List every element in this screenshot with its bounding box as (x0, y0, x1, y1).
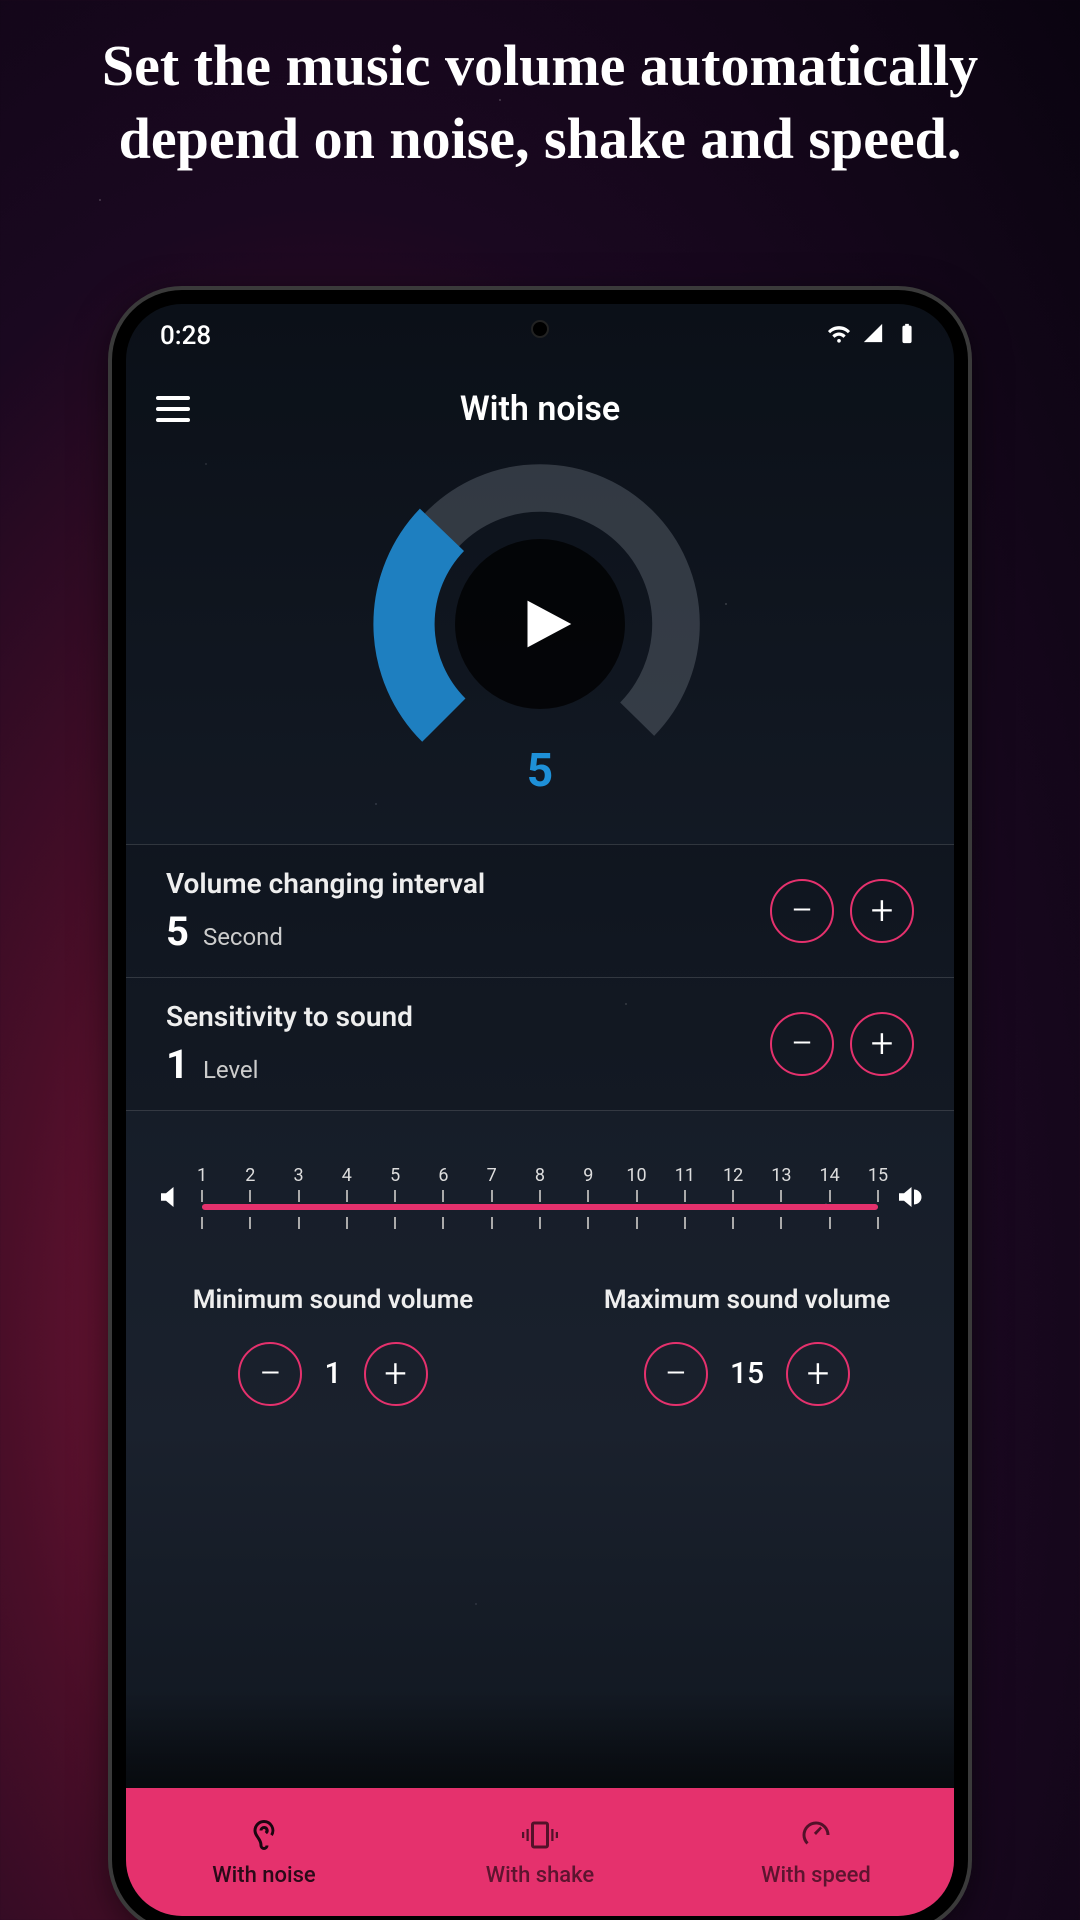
min-minus-button[interactable]: − (238, 1342, 302, 1406)
setting-sensitivity-unit: Level (203, 1056, 259, 1084)
volume-dial: 5 (370, 454, 710, 794)
setting-sensitivity: Sensitivity to sound 1 Level − + (126, 977, 954, 1111)
setting-sensitivity-label: Sensitivity to sound (166, 1000, 770, 1033)
interval-plus-button[interactable]: + (850, 879, 914, 943)
setting-interval-value: 5 (166, 908, 189, 955)
sensitivity-plus-button[interactable]: + (850, 1012, 914, 1076)
app-bar: With noise (126, 374, 954, 444)
ear-icon (246, 1817, 282, 1857)
min-plus-button[interactable]: + (364, 1342, 428, 1406)
settings-list: Volume changing interval 5 Second − + Se… (126, 844, 954, 1111)
max-volume-value: 15 (730, 1356, 764, 1391)
phone-frame: 0:28 With noise (112, 290, 968, 1920)
max-minus-button[interactable]: − (644, 1342, 708, 1406)
status-bar: 0:28 (126, 314, 954, 358)
speedometer-icon (798, 1817, 834, 1857)
cell-signal-icon (860, 321, 886, 351)
max-volume-label: Maximum sound volume (560, 1284, 934, 1318)
status-time: 0:28 (160, 321, 211, 351)
dial-value: 5 (527, 744, 553, 798)
tab-label: With speed (761, 1863, 871, 1888)
tab-label: With noise (212, 1863, 315, 1888)
bottom-nav: With noise With shake With speed (126, 1788, 954, 1916)
volume-range: 123456789101112131415 (156, 1164, 924, 1234)
battery-icon (894, 321, 920, 351)
vibrate-icon (522, 1817, 558, 1857)
tab-with-shake[interactable]: With shake (402, 1788, 678, 1916)
minmax-controls: Minimum sound volume − 1 + Maximum sound… (126, 1274, 954, 1416)
min-volume-control: Minimum sound volume − 1 + (126, 1274, 540, 1416)
min-volume-label: Minimum sound volume (146, 1284, 520, 1318)
phone-screen: 0:28 With noise (126, 304, 954, 1916)
play-button[interactable] (455, 539, 625, 709)
screen-background-trees (126, 1536, 954, 1796)
wifi-icon (826, 321, 852, 351)
page-title: With noise (460, 389, 620, 429)
max-volume-control: Maximum sound volume − 15 + (540, 1274, 954, 1416)
setting-interval-label: Volume changing interval (166, 867, 770, 900)
min-volume-value: 1 (324, 1356, 341, 1391)
interval-minus-button[interactable]: − (770, 879, 834, 943)
range-slider[interactable]: 123456789101112131415 (202, 1169, 878, 1229)
menu-button[interactable] (156, 389, 196, 429)
sensitivity-minus-button[interactable]: − (770, 1012, 834, 1076)
tab-with-noise[interactable]: With noise (126, 1788, 402, 1916)
max-plus-button[interactable]: + (786, 1342, 850, 1406)
speaker-low-icon (156, 1182, 186, 1216)
promo-headline: Set the music volume automatically depen… (40, 30, 1040, 175)
play-icon (510, 589, 580, 659)
tab-with-speed[interactable]: With speed (678, 1788, 954, 1916)
setting-interval-unit: Second (203, 923, 283, 951)
speaker-high-icon (894, 1182, 924, 1216)
tab-label: With shake (486, 1863, 594, 1888)
setting-sensitivity-value: 1 (166, 1041, 189, 1088)
setting-interval: Volume changing interval 5 Second − + (126, 844, 954, 977)
